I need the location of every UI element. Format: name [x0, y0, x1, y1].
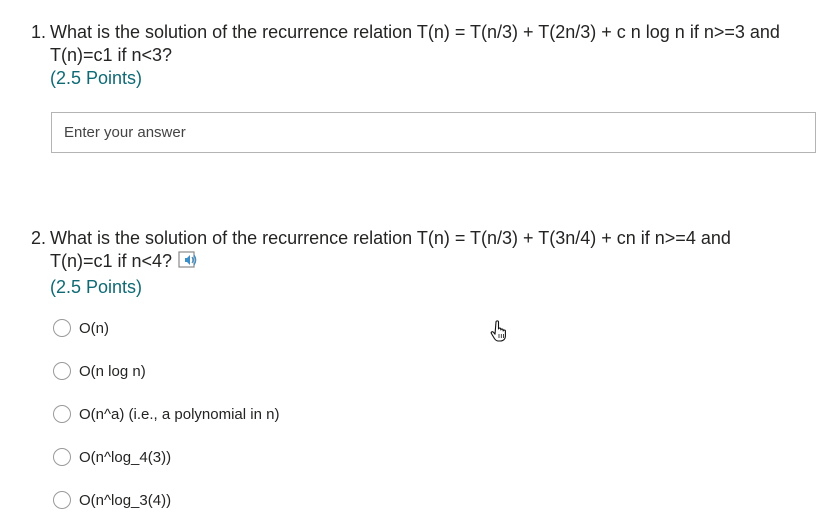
question-text-line-2: T(n)=c1 if n<4?	[50, 250, 811, 276]
question-points: (2.5 Points)	[50, 68, 143, 88]
option-2[interactable]: O(n log n)	[53, 362, 146, 380]
radio-button[interactable]	[53, 448, 71, 466]
question-text-line-2: T(n)=c1 if n<3?	[50, 45, 173, 65]
question-number: 1.	[31, 22, 47, 42]
radio-button[interactable]	[53, 405, 71, 423]
question-text-line-1: What is the solution of the recurrence r…	[50, 228, 731, 248]
question-2: 2. What is the solution of the recurrenc…	[31, 227, 811, 299]
option-label: O(n^a) (i.e., a polynomial in n)	[79, 405, 280, 423]
answer-input[interactable]	[51, 112, 816, 153]
option-5[interactable]: O(n^log_3(4))	[53, 491, 171, 509]
question-text: What is the solution of the recurrence r…	[50, 21, 811, 67]
option-3[interactable]: O(n^a) (i.e., a polynomial in n)	[53, 405, 279, 423]
option-label: O(n^log_4(3))	[79, 448, 172, 466]
option-label: O(n log n)	[79, 362, 146, 380]
option-label: O(n^log_3(4))	[79, 491, 172, 509]
radio-button[interactable]	[53, 319, 71, 337]
question-text-line-1: What is the solution of the recurrence r…	[50, 22, 780, 42]
radio-button[interactable]	[53, 491, 71, 509]
option-4[interactable]: O(n^log_4(3))	[53, 448, 171, 466]
option-label: O(n)	[79, 319, 109, 337]
radio-button[interactable]	[53, 362, 71, 380]
question-text-line-2-text: T(n)=c1 if n<4?	[50, 251, 173, 271]
question-points: (2.5 Points)	[50, 277, 143, 297]
speaker-icon[interactable]	[178, 250, 200, 276]
question-1: 1. What is the solution of the recurrenc…	[31, 21, 811, 90]
question-text: What is the solution of the recurrence r…	[50, 227, 811, 276]
question-number: 2.	[31, 228, 47, 248]
hand-pointer-icon	[490, 320, 510, 347]
option-1[interactable]: O(n)	[53, 319, 109, 337]
